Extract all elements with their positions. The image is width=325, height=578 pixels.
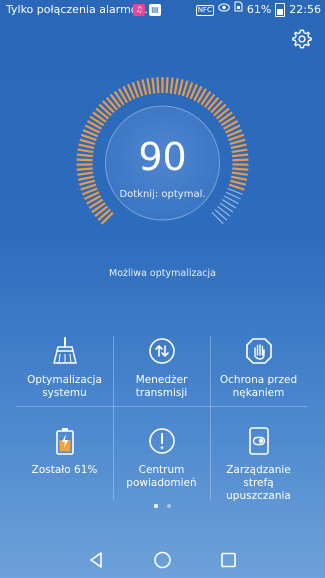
phone-manager-screen: Tylko połączenia alarmo... ♫ ▤ NFC 61% 2… <box>0 0 325 578</box>
back-icon[interactable] <box>90 552 102 568</box>
tile-label: Centrum powiadomień <box>126 464 197 489</box>
gauge-tick-filled <box>146 78 152 95</box>
tile-battery[interactable]: Zostało 61% <box>16 426 113 508</box>
battery-icon <box>50 426 80 456</box>
page-dot-active[interactable] <box>153 504 158 508</box>
gauge-tick-filled <box>181 80 189 97</box>
tools-grid: Optymalizacja systemu Menedżer transmisj… <box>16 336 307 502</box>
notification-icon <box>147 426 177 456</box>
tile-transfer-manager[interactable]: Menedżer transmisji <box>113 336 210 418</box>
tile-harassment-protection[interactable]: Ochrona przed nękaniem <box>210 336 307 418</box>
eye-icon <box>218 0 230 20</box>
gauge-tick-filled <box>136 80 144 97</box>
gauge-tick-filled <box>156 77 160 94</box>
tile-label: Zarządzanie strefą upuszczania <box>226 464 291 502</box>
gauge-tick-filled <box>165 77 169 94</box>
transfer-icon <box>147 336 177 366</box>
gauge-tick-filled <box>169 77 174 94</box>
page-dot[interactable] <box>167 504 172 508</box>
tap-to-optimize-hint[interactable]: Dotknij: optymal. <box>0 189 325 200</box>
tile-label: Zostało 61% <box>31 464 98 476</box>
page-indicator <box>0 504 325 512</box>
tile-system-optimization[interactable]: Optymalizacja systemu <box>16 336 113 418</box>
gauge-tick-filled <box>229 179 246 186</box>
dropzone-icon <box>244 426 274 456</box>
gauge-tick-filled <box>173 78 179 95</box>
music-icon: ♫ <box>133 4 145 16</box>
gear-icon[interactable] <box>291 28 313 50</box>
status-bar: Tylko połączenia alarmo... ♫ ▤ NFC 61% 2… <box>0 0 325 20</box>
nfc-icon: NFC <box>195 4 214 16</box>
gauge-tick-filled <box>177 79 184 96</box>
battery-percent: 61% <box>246 3 272 16</box>
tile-label: Ochrona przed nękaniem <box>219 374 298 399</box>
navigation-bar <box>90 551 236 569</box>
tile-dropzone-management[interactable]: Zarządzanie strefą upuszczania <box>210 426 307 508</box>
tile-label: Optymalizacja systemu <box>27 374 102 399</box>
recents-icon[interactable] <box>221 552 236 568</box>
battery-status-icon <box>275 3 286 17</box>
possible-optimization-label: Możliwa optymalizacja <box>109 268 216 279</box>
optimization-score[interactable]: 90 <box>0 135 325 179</box>
status-right: NFC 61% 22:56 <box>195 0 321 20</box>
gauge-tick-empty <box>217 205 231 217</box>
gauge-tick-empty <box>211 212 224 225</box>
hand-shield-icon <box>244 336 274 366</box>
gauge-tick-filled <box>151 77 156 94</box>
tile-label: Menedżer transmisji <box>135 374 188 399</box>
broom-icon <box>50 336 80 366</box>
carrier-text: Tylko połączenia alarmo... <box>6 3 148 16</box>
gauge-tick-filled <box>141 79 148 96</box>
clock: 22:56 <box>289 3 321 16</box>
gauge-tick-filled <box>79 179 96 186</box>
home-icon[interactable] <box>154 551 171 569</box>
sim-icon <box>234 0 243 20</box>
tile-notification-center[interactable]: Centrum powiadomień <box>113 426 210 508</box>
gauge-tick-empty <box>214 209 228 221</box>
pad-icon: ▤ <box>149 4 161 16</box>
